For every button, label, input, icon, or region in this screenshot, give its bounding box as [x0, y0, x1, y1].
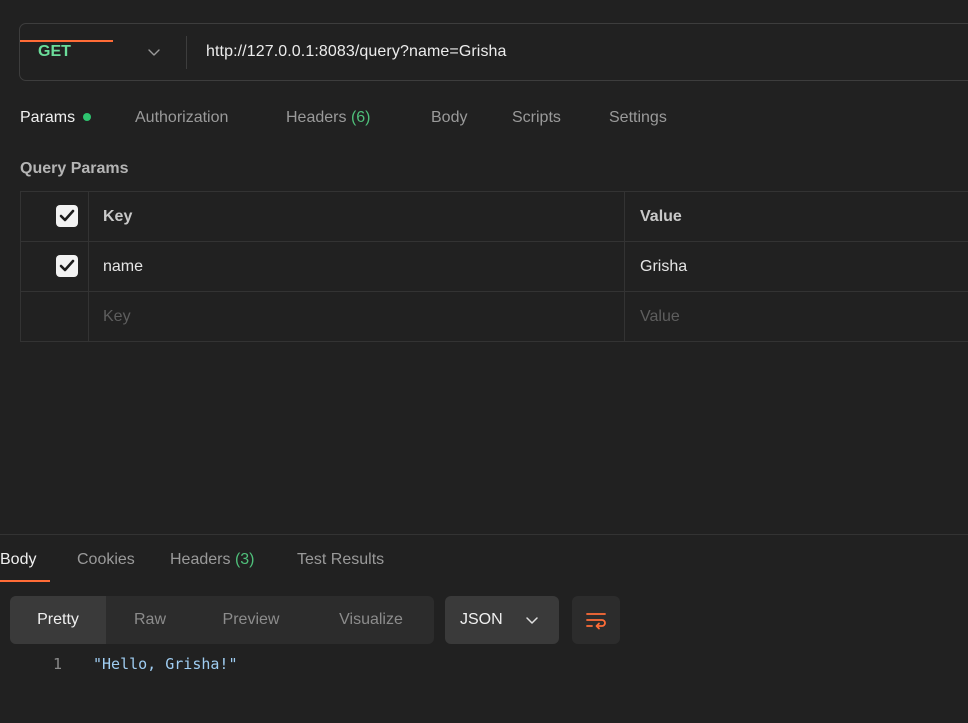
params-indicator-dot [83, 112, 92, 121]
key-column-header: Key [89, 192, 625, 241]
table-row-empty: Key Value [21, 292, 968, 342]
query-params-table: Key Value name Grisha Key Value [20, 191, 968, 342]
response-tab-headers-label: Headers [170, 551, 231, 568]
param-key-input[interactable]: name [89, 242, 625, 291]
chevron-down-icon [526, 617, 538, 624]
response-tab-cookies-label: Cookies [77, 551, 135, 568]
wrap-lines-icon [586, 613, 606, 630]
tab-body[interactable]: Body [431, 100, 467, 136]
response-tab-headers-count: (3) [234, 551, 255, 568]
tab-headers-count: (6) [350, 109, 371, 126]
query-params-title: Query Params [20, 160, 129, 177]
response-tab-cookies[interactable]: Cookies [77, 545, 135, 575]
response-active-tab-underline [0, 580, 50, 582]
format-select[interactable]: JSON [445, 596, 559, 644]
method-selector[interactable]: GET [38, 24, 71, 80]
select-all-checkbox[interactable] [56, 205, 78, 227]
response-tab-headers[interactable]: Headers (3) [170, 545, 255, 575]
url-input[interactable]: http://127.0.0.1:8083/query?name=Grisha [206, 24, 507, 80]
format-select-value: JSON [460, 611, 503, 628]
tab-scripts-label: Scripts [512, 109, 561, 126]
view-visualize-button[interactable]: Visualize [308, 596, 434, 644]
tab-scripts[interactable]: Scripts [512, 100, 561, 136]
view-preview-button[interactable]: Preview [194, 596, 308, 644]
tab-settings-label: Settings [609, 109, 667, 126]
response-view-modes: Pretty Raw Preview Visualize [10, 596, 434, 644]
response-tab-test-results[interactable]: Test Results [297, 545, 384, 575]
new-key-input[interactable]: Key [89, 292, 625, 341]
view-raw-button[interactable]: Raw [106, 596, 194, 644]
table-row: name Grisha [21, 242, 968, 292]
response-tab-test-results-label: Test Results [297, 551, 385, 568]
row-checkbox-cell [21, 242, 89, 291]
response-divider[interactable] [0, 534, 968, 535]
tab-headers-label: Headers [286, 109, 347, 126]
url-divider [186, 36, 187, 69]
response-tab-body[interactable]: Body [0, 545, 36, 575]
table-header-row: Key Value [21, 192, 968, 242]
request-tabs: Params Authorization Headers (6) Body Sc… [0, 100, 968, 140]
active-tab-underline [20, 40, 113, 42]
response-body-text[interactable]: "Hello, Grisha!" [93, 650, 238, 678]
tab-params-label: Params [20, 109, 76, 126]
response-tabs: Body Cookies Headers (3) Test Results [0, 545, 968, 575]
chevron-down-icon[interactable] [147, 45, 161, 59]
response-tab-body-label: Body [0, 551, 37, 568]
tab-body-label: Body [431, 109, 468, 126]
postman-request-page: GET http://127.0.0.1:8083/query?name=Gri… [0, 0, 968, 723]
tab-headers[interactable]: Headers (6) [286, 100, 371, 136]
url-bar: GET http://127.0.0.1:8083/query?name=Gri… [19, 23, 968, 81]
param-value-input[interactable]: Grisha [625, 242, 968, 291]
empty-checkbox-cell [21, 292, 89, 341]
checkmark-icon [59, 209, 75, 222]
tab-settings[interactable]: Settings [609, 100, 667, 136]
param-checkbox[interactable] [56, 255, 78, 277]
tab-params[interactable]: Params [20, 100, 92, 136]
tab-authorization[interactable]: Authorization [135, 100, 228, 136]
wrap-lines-button[interactable] [572, 596, 620, 644]
tab-authorization-label: Authorization [135, 109, 229, 126]
value-column-header: Value [640, 208, 682, 225]
checkmark-icon [59, 259, 75, 272]
view-pretty-button[interactable]: Pretty [10, 596, 106, 644]
line-number: 1 [52, 655, 62, 673]
header-checkbox-cell [21, 192, 89, 241]
new-value-input[interactable]: Value [625, 292, 968, 341]
response-body-line: 1 "Hello, Grisha!" [0, 650, 968, 678]
